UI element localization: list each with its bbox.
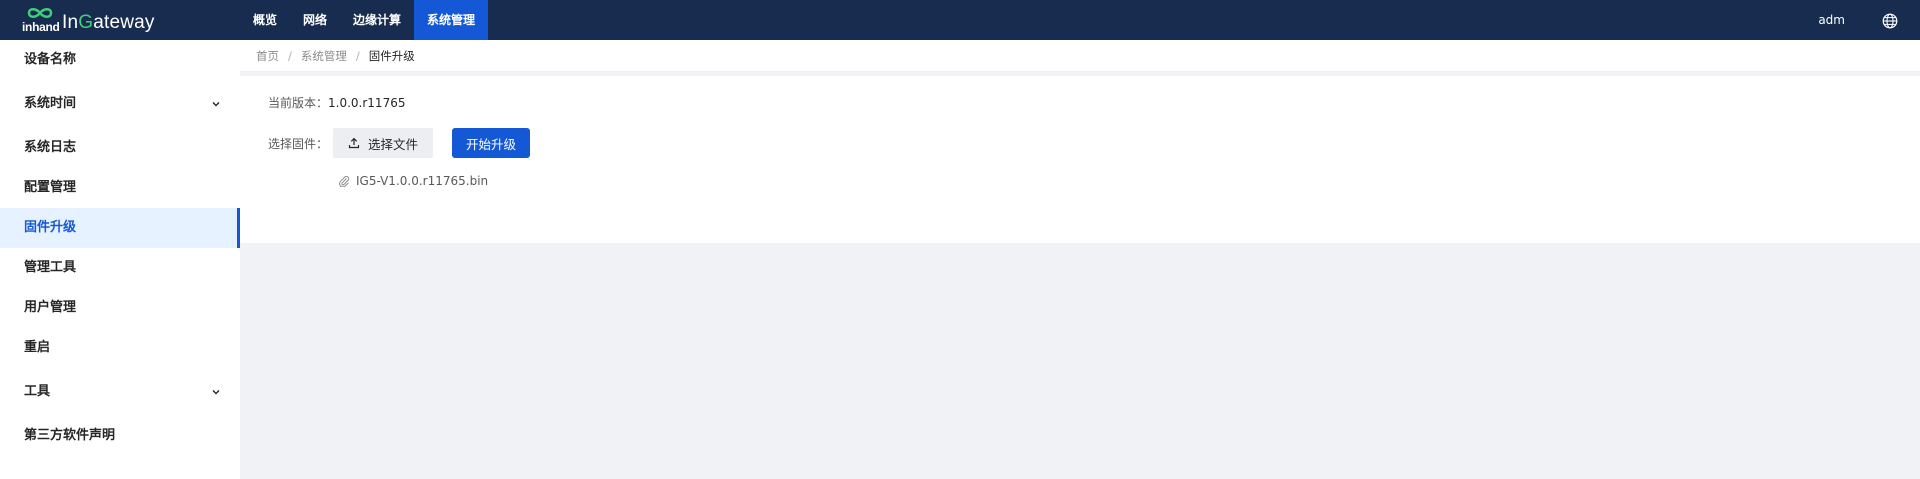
current-version-value: 1.0.0.r11765 xyxy=(328,96,406,110)
breadcrumb-current: 固件升级 xyxy=(368,48,415,63)
upload-icon xyxy=(348,137,360,149)
select-file-button[interactable]: 选择文件 xyxy=(333,128,433,158)
selected-file-item: IG5-V1.0.0.r11765.bin xyxy=(338,174,488,188)
logo[interactable]: inhand InGateway xyxy=(22,5,155,35)
sidebar-item-firmware-upgrade[interactable]: 固件升级 xyxy=(0,208,240,248)
select-firmware-label: 选择固件： xyxy=(268,137,329,151)
nav-system-management[interactable]: 系统管理 xyxy=(414,0,489,40)
sidebar-item-device-name[interactable]: 设备名称 xyxy=(0,40,240,80)
app-name: InGateway xyxy=(62,12,155,33)
breadcrumb-system-management[interactable]: 系统管理 xyxy=(301,48,347,64)
sidebar-item-third-party-notice[interactable]: 第三方软件声明 xyxy=(0,416,240,456)
current-version-label: 当前版本： xyxy=(268,96,329,110)
logo-brand-text: inhand xyxy=(22,20,60,34)
select-file-label: 选择文件 xyxy=(367,136,418,152)
sidebar-item-system-time[interactable]: 系统时间 xyxy=(0,80,240,128)
sidebar-item-config-management[interactable]: 配置管理 xyxy=(0,168,240,208)
selected-file-name: IG5-V1.0.0.r11765.bin xyxy=(356,174,489,188)
top-bar: inhand InGateway 概览 网络 边缘计算 系统管理 adm xyxy=(0,0,1920,40)
sidebar-item-management-tools[interactable]: 管理工具 xyxy=(0,248,240,288)
top-nav: 概览 网络 边缘计算 系统管理 xyxy=(240,0,489,40)
current-version-row: 当前版本：1.0.0.r11765 xyxy=(268,94,405,111)
breadcrumb-separator: / xyxy=(355,48,360,63)
breadcrumb: 首页 / 系统管理 / 固件升级 xyxy=(240,40,1920,72)
sidebar-item-tools[interactable]: 工具 xyxy=(0,368,240,416)
inhand-logo-icon: inhand xyxy=(22,5,60,35)
sidebar-item-system-log[interactable]: 系统日志 xyxy=(0,128,240,168)
globe-icon[interactable] xyxy=(1882,13,1898,29)
nav-overview[interactable]: 概览 xyxy=(240,0,290,40)
sidebar: 设备名称 系统时间 系统日志 配置管理 固件升级 管理工具 用户管理 重启 工具… xyxy=(0,40,240,479)
paperclip-icon xyxy=(339,175,350,187)
sidebar-item-reboot[interactable]: 重启 xyxy=(0,328,240,368)
nav-network[interactable]: 网络 xyxy=(290,0,340,40)
chevron-down-icon xyxy=(212,102,220,107)
user-menu[interactable]: adm xyxy=(1818,0,1845,40)
chevron-down-icon xyxy=(212,390,220,395)
breadcrumb-home[interactable]: 首页 xyxy=(256,48,279,64)
start-upgrade-button[interactable]: 开始升级 xyxy=(452,128,530,158)
breadcrumb-separator: / xyxy=(288,48,292,63)
firmware-upgrade-panel: 当前版本：1.0.0.r11765 选择固件： 选择文件 开始升级 IG5-V1… xyxy=(240,76,1920,243)
nav-edge-computing[interactable]: 边缘计算 xyxy=(340,0,414,40)
sidebar-item-user-management[interactable]: 用户管理 xyxy=(0,288,240,328)
